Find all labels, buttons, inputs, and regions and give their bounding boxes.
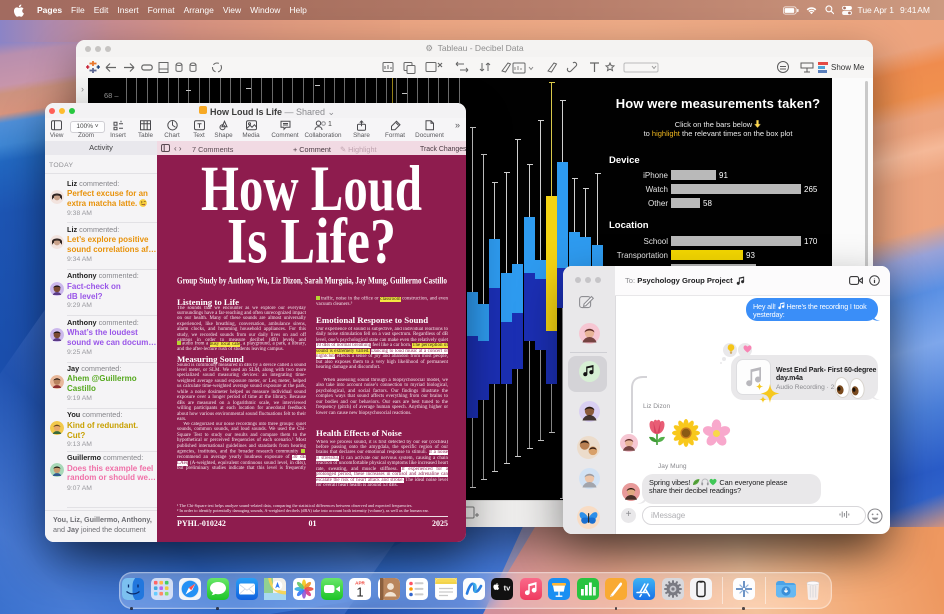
svg-text:tv: tv xyxy=(504,583,511,592)
svg-text:1: 1 xyxy=(357,585,364,600)
